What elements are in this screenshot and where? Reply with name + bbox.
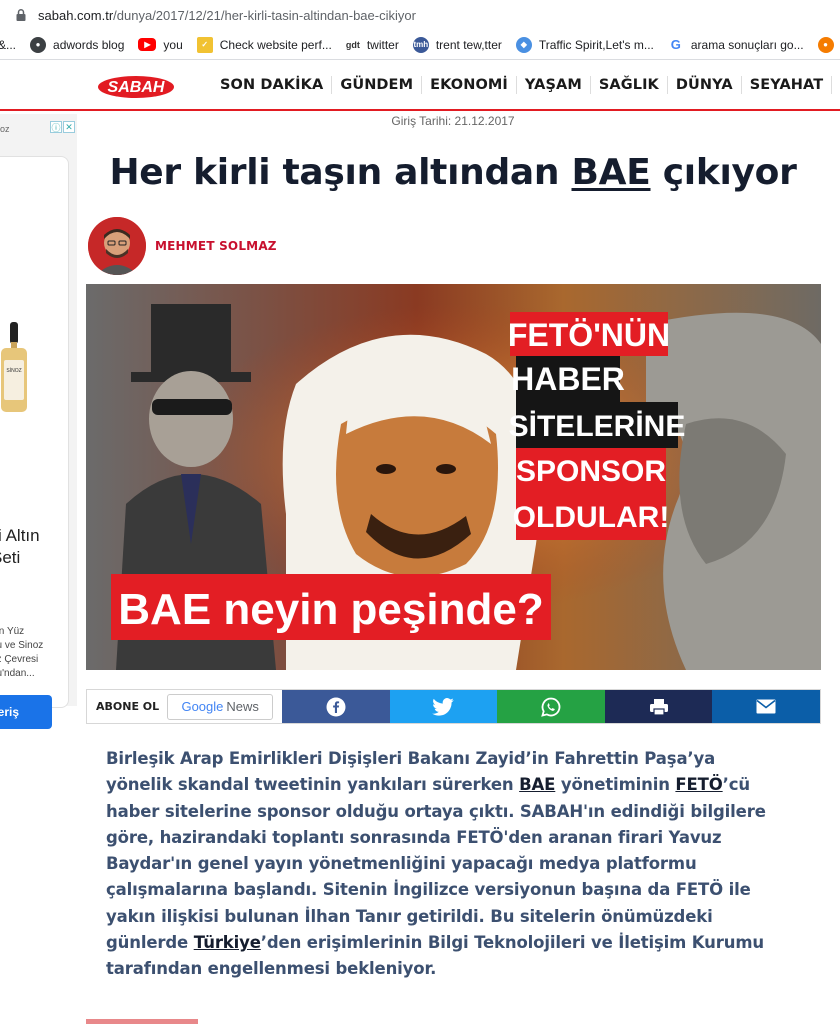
subscribe-block: ABONE OL Google News: [87, 690, 282, 723]
svg-text:FETÖ'NÜN: FETÖ'NÜN: [508, 317, 670, 353]
email-share-button[interactable]: [712, 690, 820, 723]
ad-card[interactable]: SİNOZ 'li AltınSeti ltın Yüznu ve Sinozö…: [0, 156, 69, 729]
email-icon: [756, 699, 776, 714]
google-wordmark: Google: [181, 699, 224, 714]
whatsapp-share-button[interactable]: [497, 690, 605, 723]
entry-date: Giriş Tarihi: 21.12.2017: [391, 114, 515, 128]
sabah-logo[interactable]: SABAH: [96, 69, 176, 101]
facebook-icon: [326, 697, 346, 716]
url-path: /dunya/2017/12/21/her-kirli-tasin-altind…: [113, 7, 416, 23]
nav-more[interactable]: V: [832, 76, 840, 94]
bookmark-trent[interactable]: tmh trent tew,tter: [412, 36, 502, 53]
traffic-icon: ◆: [515, 36, 532, 53]
adwords-icon: ●: [30, 36, 47, 53]
ad-title: 'li AltınSeti: [0, 526, 40, 567]
tmh-icon: tmh: [412, 36, 429, 53]
nav-dunya[interactable]: DÜNYA: [668, 76, 742, 94]
svg-text:SİTELERİNE: SİTELERİNE: [509, 410, 686, 443]
site-navigation: SABAH SON DAKİKA GÜNDEM EKONOMİ YAŞAM SA…: [0, 61, 840, 111]
nav-list: SON DAKİKA GÜNDEM EKONOMİ YAŞAM SAĞLIK D…: [212, 76, 840, 94]
serum-bottle-image: SİNOZ: [1, 322, 27, 412]
lock-icon: [16, 9, 26, 21]
svg-text:SİNOZ: SİNOZ: [6, 367, 21, 374]
svg-text:SABAH: SABAH: [108, 79, 165, 96]
side-advertisement[interactable]: oz ⓘ✕ SİNOZ 'li AltınSeti ltın Yüznu ve …: [0, 114, 77, 729]
svg-text:SPONSOR: SPONSOR: [516, 455, 666, 488]
link-bae[interactable]: BAE: [519, 775, 555, 794]
section-accent-bar: [86, 1019, 198, 1024]
bookmark-extra[interactable]: ●: [817, 36, 840, 53]
gdt-icon: gdt: [345, 39, 360, 50]
bookmark-traffic-spirit[interactable]: ◆ Traffic Spirit,Let's m...: [515, 36, 654, 53]
title-link-bae[interactable]: BAE: [572, 152, 651, 193]
author-block[interactable]: MEHMET SOLMAZ: [88, 217, 277, 275]
youtube-icon: ▶: [138, 38, 157, 51]
bookmark-you[interactable]: ▶ you: [138, 38, 183, 52]
twitter-share-button[interactable]: [389, 690, 498, 723]
bookmark-arama[interactable]: G arama sonuçları go...: [668, 37, 804, 53]
google-icon: G: [670, 37, 681, 52]
nav-yasam[interactable]: YAŞAM: [517, 76, 591, 94]
ad-header: oz ⓘ ✕: [0, 118, 77, 136]
link-turkiye[interactable]: Türkiye: [194, 933, 261, 952]
ad-shop-button[interactable]: veriş: [0, 695, 52, 729]
author-name[interactable]: MEHMET SOLMAZ: [155, 239, 277, 253]
link-feto[interactable]: FETÖ: [675, 775, 722, 794]
bookmarks-bar: &... ● adwords blog ▶ you ✓ Check websit…: [0, 30, 840, 60]
ad-description: ltın Yüznu ve Sinozöz Çevresinu'ndan...: [0, 626, 44, 679]
subscribe-label: ABONE OL: [96, 700, 160, 713]
url-host: sabah.com.tr: [38, 7, 114, 23]
print-icon: [649, 698, 668, 716]
article-lead: Birleşik Arap Emirlikleri Dişişleri Baka…: [106, 749, 766, 979]
author-avatar[interactable]: [88, 217, 146, 275]
bookmark-partial[interactable]: &...: [0, 38, 16, 52]
adchoices-icon[interactable]: ⓘ ✕: [49, 121, 75, 133]
orange-icon: ●: [817, 36, 834, 53]
check-icon: ✓: [196, 36, 213, 53]
facebook-share-button[interactable]: [282, 690, 390, 723]
whatsapp-icon: [541, 697, 561, 717]
svg-text:BAE neyin peşinde?: BAE neyin peşinde?: [118, 585, 543, 634]
bookmark-twitter[interactable]: gdt twitter: [346, 37, 399, 53]
bookmark-check-website[interactable]: ✓ Check website perf...: [196, 36, 332, 53]
print-button[interactable]: [604, 690, 713, 723]
twitter-icon: [432, 697, 455, 716]
sabah-logo-mark: SABAH: [98, 76, 174, 98]
nav-ekonomi[interactable]: EKONOMİ: [422, 76, 517, 94]
svg-text:OLDULAR!: OLDULAR!: [513, 501, 670, 534]
bookmark-adwords-blog[interactable]: ● adwords blog: [30, 36, 124, 53]
article-title: Her kirli taşın altından BAE çıkıyor: [109, 152, 797, 193]
nav-son-dakika[interactable]: SON DAKİKA: [212, 76, 333, 94]
nav-saglik[interactable]: SAĞLIK: [591, 76, 668, 94]
nav-seyahat[interactable]: SEYAHAT: [742, 76, 833, 94]
hero-image: FETÖ'NÜN HABER SİTELERİNE SPONSOR OLDULA…: [86, 284, 821, 670]
nav-gundem[interactable]: GÜNDEM: [332, 76, 423, 94]
google-news-button[interactable]: Google News: [167, 693, 274, 720]
share-bar: ABONE OL Google News: [86, 689, 821, 724]
address-bar[interactable]: sabah.com.tr/dunya/2017/12/21/her-kirli-…: [0, 0, 840, 30]
svg-text:HABER: HABER: [511, 361, 625, 397]
